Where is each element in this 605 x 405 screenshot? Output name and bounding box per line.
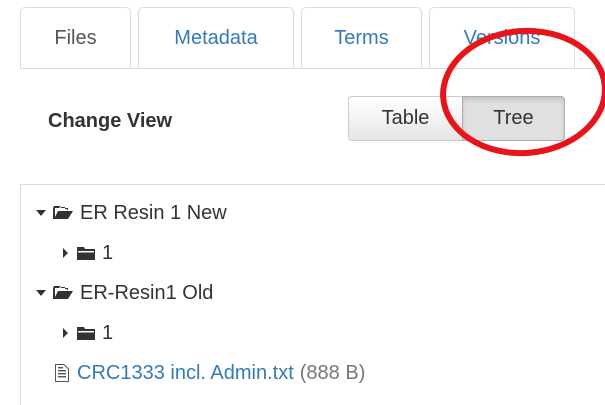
tree-node-folder[interactable]: ER-Resin1 Old [35,278,213,308]
file-text-icon [55,364,69,382]
file-tabs: Files Metadata Terms Versions [20,7,605,69]
file-tree: ER Resin 1 New 1 ER-Resin1 Old 1 CRC1333… [20,184,605,405]
change-view-label: Change View [48,110,173,132]
caret-right-icon[interactable] [59,328,71,338]
tree-node-folder[interactable]: 1 [59,318,113,348]
tab-files-label: Files [54,27,97,49]
tree-view-button[interactable]: Tree [462,96,565,141]
tabs-divider [20,68,605,69]
tree-node-label: 1 [102,241,114,264]
file-download-link[interactable]: CRC1333 incl. Admin.txt [77,362,294,385]
tab-versions[interactable]: Versions [429,7,575,68]
folder-closed-icon [77,246,95,260]
folder-closed-icon [77,326,95,340]
folder-open-icon [53,206,73,220]
tree-node-label: ER-Resin1 Old [80,281,214,304]
tab-files[interactable]: Files [20,7,131,69]
caret-down-icon[interactable] [35,289,47,297]
tab-metadata-label: Metadata [174,27,258,49]
tree-node-folder[interactable]: ER Resin 1 New [35,198,227,228]
tree-node-file: CRC1333 incl. Admin.txt (888 B) [55,358,365,388]
tab-terms[interactable]: Terms [301,7,422,68]
tree-node-label: 1 [102,321,114,344]
table-view-button[interactable]: Table [348,96,463,141]
tab-terms-label: Terms [334,27,389,49]
tree-node-label: ER Resin 1 New [80,201,227,224]
tree-node-folder[interactable]: 1 [59,238,113,268]
file-size: (888 B) [299,361,366,384]
folder-open-icon [53,286,73,300]
tab-metadata[interactable]: Metadata [138,7,294,68]
tab-versions-label: Versions [463,27,541,49]
caret-right-icon[interactable] [59,248,71,258]
caret-down-icon[interactable] [35,209,47,217]
